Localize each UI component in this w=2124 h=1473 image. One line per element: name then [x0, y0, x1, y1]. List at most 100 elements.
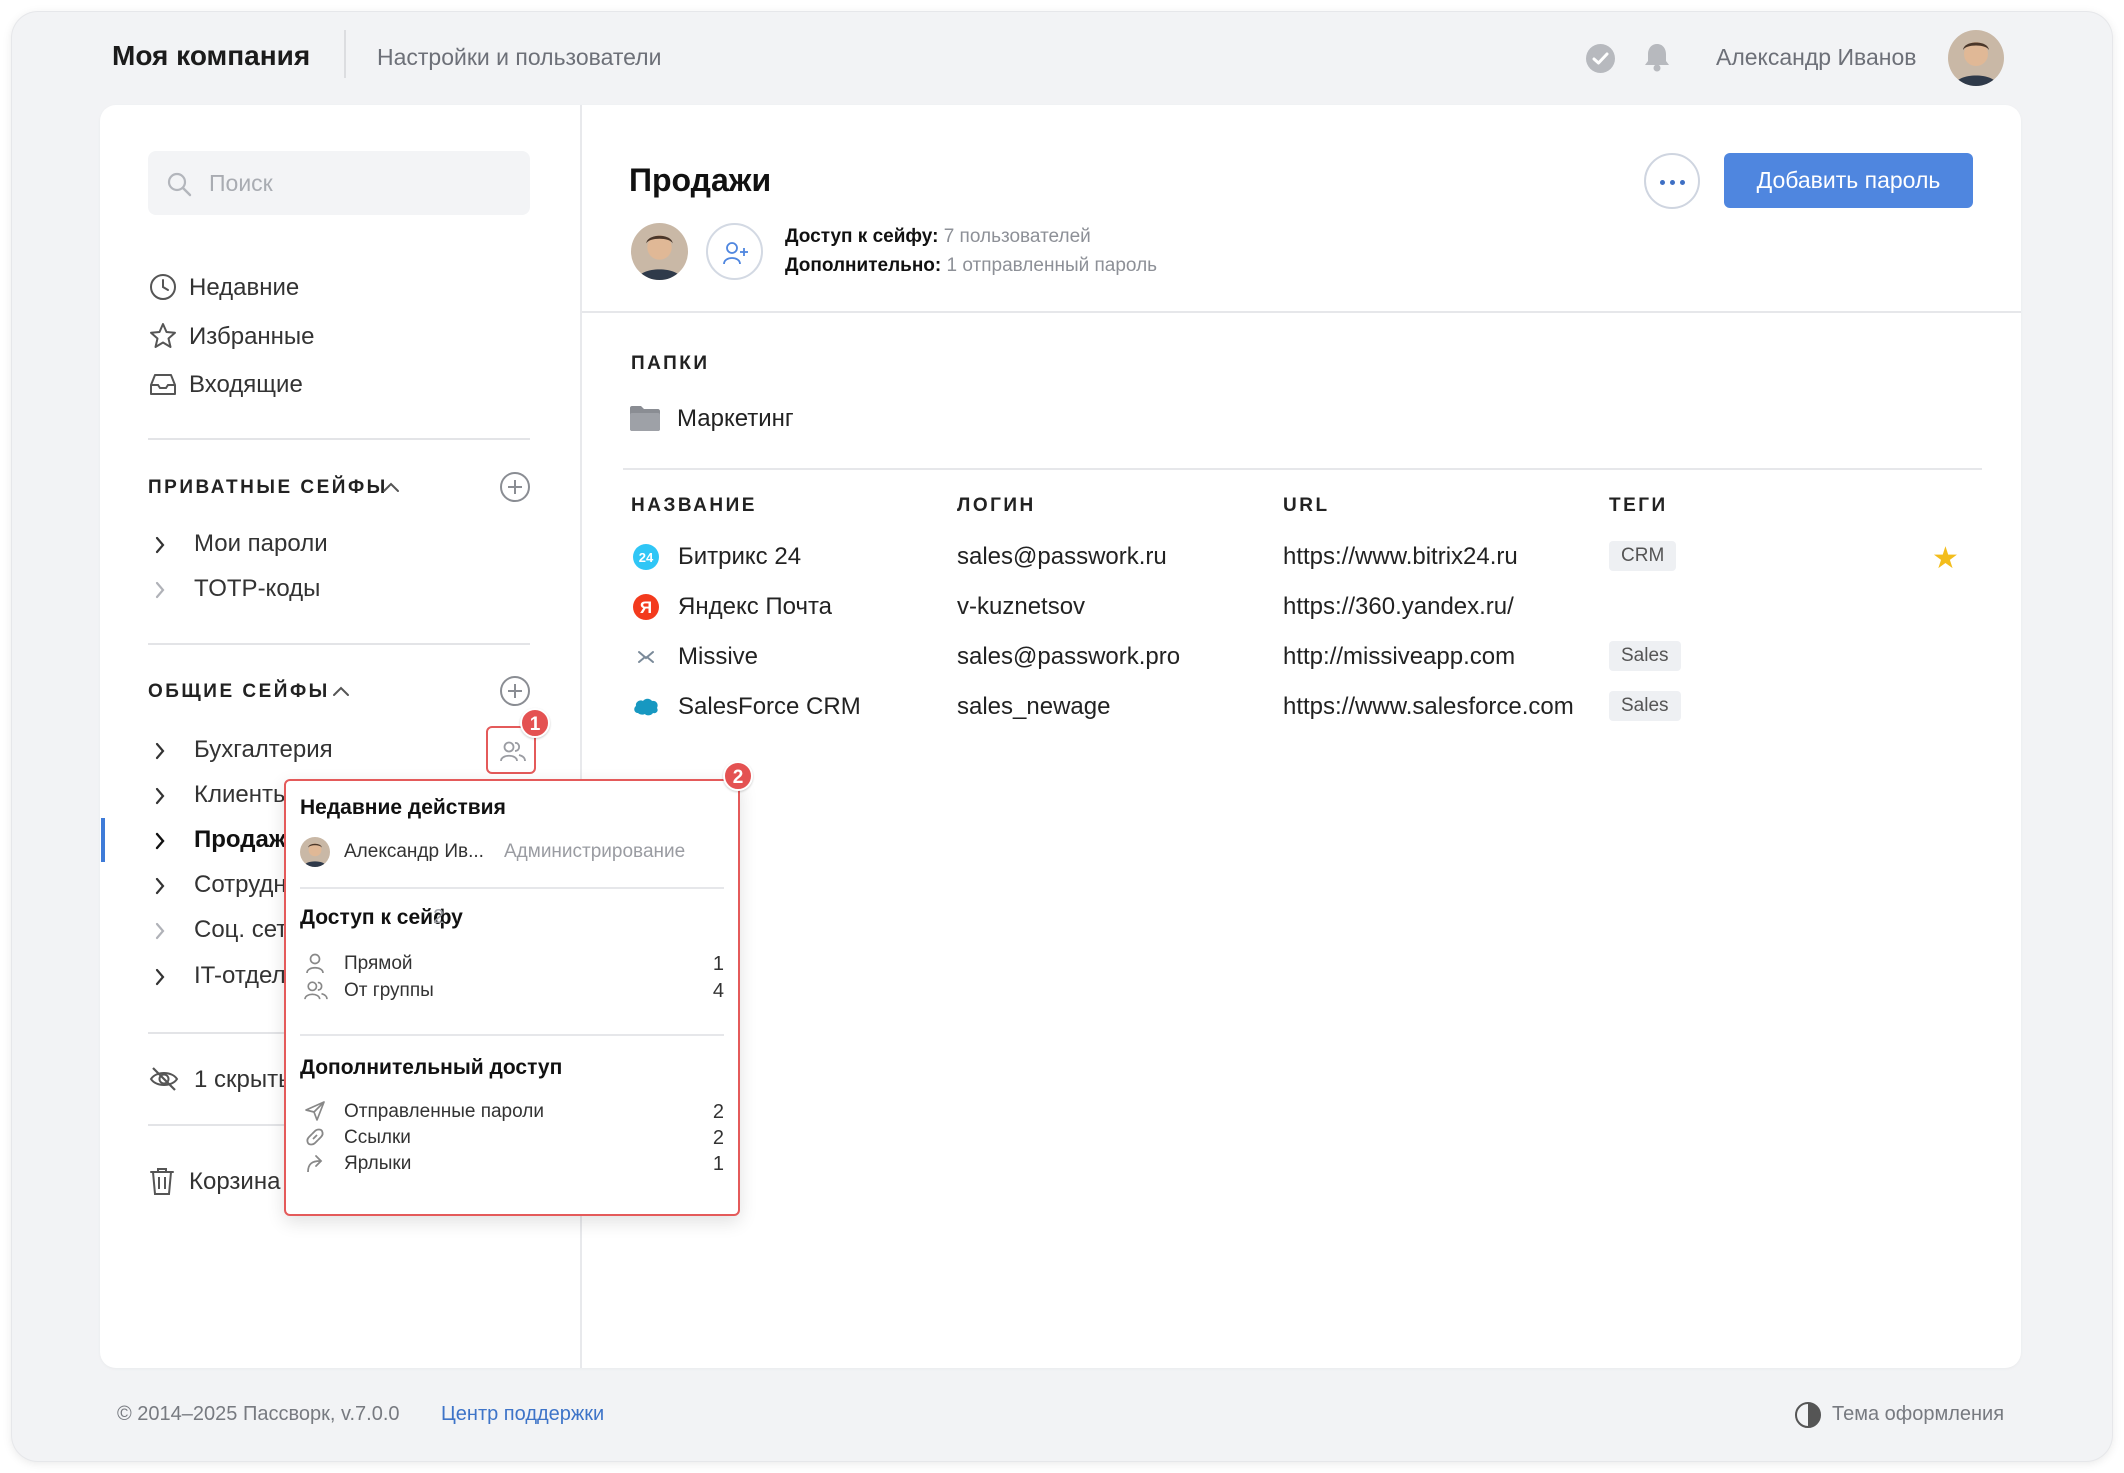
- theme-toggle[interactable]: Тема оформления: [1832, 1403, 2004, 1426]
- entry-login[interactable]: sales_newage: [957, 693, 1110, 721]
- access-group-label: От группы: [344, 980, 434, 1001]
- user-name[interactable]: Александр Иванов: [1716, 44, 1916, 71]
- group-icon: [500, 741, 526, 762]
- nav-inbox-label: Входящие: [189, 371, 303, 398]
- sent-passwords-label: Отправленные пароли: [344, 1101, 544, 1122]
- sent-passwords-row[interactable]: Отправленные пароли 2: [300, 1099, 724, 1125]
- chevron-right-icon: [155, 922, 165, 940]
- chevron-up-icon[interactable]: [332, 684, 350, 698]
- favorite-star-icon[interactable]: ★: [1932, 544, 1959, 574]
- folder-icon[interactable]: [629, 404, 661, 432]
- entry-url[interactable]: https://360.yandex.ru/: [1283, 593, 1514, 621]
- main-header-divider: [582, 311, 2021, 313]
- folders-title: ПАПКИ: [631, 353, 710, 374]
- vault-title: Продажи: [629, 162, 772, 198]
- check-status-icon[interactable]: [1586, 44, 1615, 73]
- add-private-vault-button[interactable]: [500, 472, 530, 502]
- entry-login[interactable]: sales@passwork.ru: [957, 543, 1167, 571]
- vault-extra-value[interactable]: 1 отправленный пароль: [947, 255, 1158, 276]
- sidebar-divider-3: [148, 1032, 288, 1034]
- vault-member-avatar[interactable]: [631, 223, 688, 280]
- vault-extra-label: Дополнительно:: [785, 255, 942, 276]
- vault-access-info: Доступ к сейфу: 7 пользователей: [785, 226, 1091, 248]
- svg-text:24: 24: [639, 550, 654, 565]
- sidebar-divider-2: [148, 643, 530, 645]
- eye-off-icon: [149, 1067, 179, 1091]
- chevron-right-icon: [155, 832, 165, 850]
- shortcuts-row[interactable]: Ярлыки 1: [300, 1151, 724, 1177]
- vault-access-label: Доступ к сейфу:: [785, 226, 939, 247]
- links-count: 2: [712, 1127, 724, 1149]
- theme-icon[interactable]: [1794, 1401, 1822, 1429]
- column-url[interactable]: URL: [1283, 495, 1330, 517]
- link-icon: [306, 1128, 324, 1146]
- copyright: © 2014–2025 Пассворк, v.7.0.0: [117, 1403, 400, 1425]
- extra-access-title: Дополнительный доступ: [300, 1056, 563, 1079]
- entry-name[interactable]: Битрикс 24: [678, 543, 801, 571]
- active-indicator: [101, 818, 105, 862]
- recent-user-name[interactable]: Александр Ив...: [344, 841, 484, 863]
- entry-name[interactable]: SalesForce CRM: [678, 693, 861, 721]
- entry-url[interactable]: http://missiveapp.com: [1283, 643, 1515, 671]
- svg-text:Я: Я: [640, 598, 652, 617]
- shared-vaults-title[interactable]: ОБЩИЕ СЕЙФЫ: [148, 681, 330, 703]
- shortcuts-count: 1: [712, 1153, 724, 1175]
- company-name[interactable]: Моя компания: [112, 40, 310, 72]
- shortcut-icon: [307, 1155, 323, 1173]
- bitrix24-icon: 24: [633, 544, 659, 570]
- column-tags[interactable]: ТЕГИ: [1609, 495, 1668, 517]
- chevron-right-icon: [155, 536, 165, 554]
- access-count: 2: [433, 906, 445, 928]
- sidebar-divider-1: [148, 438, 530, 440]
- user-icon: [306, 953, 324, 974]
- sent-passwords-count: 2: [712, 1101, 724, 1123]
- folder-marketing[interactable]: Маркетинг: [677, 405, 794, 433]
- folders-divider: [623, 468, 1982, 470]
- missive-icon: [638, 651, 654, 663]
- support-link[interactable]: Центр поддержки: [441, 1403, 604, 1426]
- access-direct-label: Прямой: [344, 953, 413, 974]
- trash-label: Корзина: [189, 1168, 281, 1195]
- entry-tag[interactable]: Sales: [1609, 641, 1681, 671]
- more-options-button[interactable]: [1644, 153, 1700, 209]
- search-icon: [167, 172, 192, 197]
- entry-url[interactable]: https://www.bitrix24.ru: [1283, 543, 1518, 571]
- chevron-up-icon[interactable]: [382, 480, 400, 494]
- recent-action: Администрирование: [504, 841, 686, 862]
- star-icon: [150, 323, 176, 348]
- search-input[interactable]: Поиск: [148, 151, 530, 215]
- column-name[interactable]: НАЗВАНИЕ: [631, 495, 757, 517]
- access-group-row[interactable]: От группы 4: [300, 978, 724, 1004]
- add-password-button[interactable]: Добавить пароль: [1724, 153, 1973, 208]
- settings-link[interactable]: Настройки и пользователи: [377, 44, 661, 71]
- vault-access-popup: Недавние действия Александр Ив... Админи…: [284, 779, 740, 1216]
- recent-actions-title: Недавние действия: [300, 796, 506, 819]
- private-vaults-title[interactable]: ПРИВАТНЫЕ СЕЙФЫ: [148, 477, 388, 499]
- recent-user-avatar: [300, 837, 330, 867]
- vault-label: Мои пароли: [194, 530, 328, 557]
- vault-access-value[interactable]: 7 пользователей: [944, 226, 1091, 247]
- header-divider: [344, 30, 346, 78]
- send-icon: [305, 1101, 325, 1121]
- vault-label: Бухгалтерия: [194, 736, 333, 763]
- access-direct-row[interactable]: Прямой 1: [300, 951, 724, 977]
- links-row[interactable]: Ссылки 2: [300, 1125, 724, 1151]
- entry-name[interactable]: Missive: [678, 643, 758, 671]
- popup-divider: [300, 1034, 724, 1036]
- entry-tag[interactable]: Sales: [1609, 691, 1681, 721]
- entry-name[interactable]: Яндекс Почта: [678, 593, 832, 621]
- user-avatar[interactable]: [1948, 30, 2004, 86]
- chevron-right-icon: [155, 968, 165, 986]
- chevron-right-icon: [155, 581, 165, 599]
- vault-label: IT-отдел: [194, 962, 286, 989]
- entry-login[interactable]: v-kuznetsov: [957, 593, 1085, 621]
- entry-url[interactable]: https://www.salesforce.com: [1283, 693, 1574, 721]
- bell-icon[interactable]: [1642, 41, 1672, 78]
- add-shared-vault-button[interactable]: [500, 676, 530, 706]
- entry-tag[interactable]: CRM: [1609, 541, 1677, 571]
- chevron-right-icon: [155, 787, 165, 805]
- access-group-count: 4: [712, 980, 724, 1002]
- column-login[interactable]: ЛОГИН: [957, 495, 1036, 517]
- add-user-button[interactable]: [706, 223, 763, 280]
- entry-login[interactable]: sales@passwork.pro: [957, 643, 1180, 671]
